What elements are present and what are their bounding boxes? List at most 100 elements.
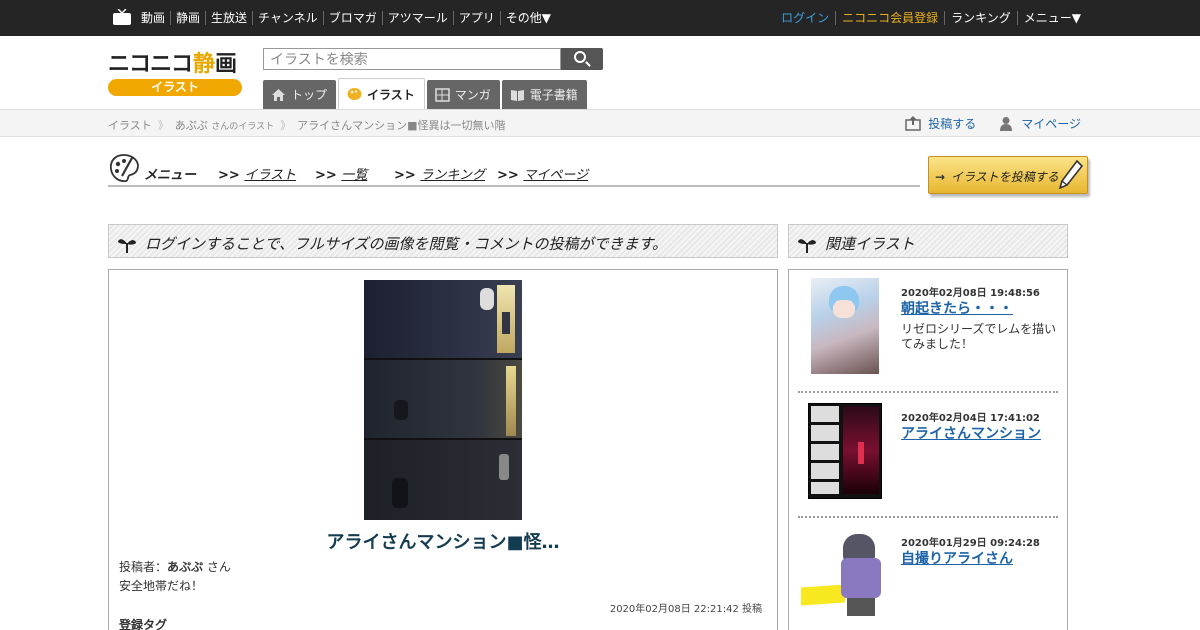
menu-item-mypage[interactable]: >> マイページ (497, 164, 588, 183)
arrow-right-icon: → (935, 170, 946, 184)
crumb-user-name: あぷぷ (174, 119, 208, 132)
crumb-illust[interactable]: イラスト (108, 117, 152, 133)
palette-icon (347, 88, 362, 100)
ranking-link[interactable]: ランキング (944, 11, 1017, 25)
tab-ebook[interactable]: 電子書籍 (501, 80, 587, 109)
related-title[interactable]: 朝起きたら・・・ (901, 298, 1013, 318)
pen-icon (1058, 159, 1083, 189)
related-item[interactable]: 2020年01月29日 09:24:28 自撮りアライさん (798, 528, 1058, 630)
logo-nico-text: ニコニコ (108, 52, 193, 77)
related-header: 関連イラスト (788, 224, 1068, 258)
nav-blomaga[interactable]: ブロマガ (322, 11, 382, 25)
nav-other-dropdown[interactable]: その他▼ (499, 11, 556, 25)
poster-name[interactable]: あぷぷ (167, 560, 203, 574)
niconico-tv-icon[interactable] (113, 9, 131, 25)
posted-date: 2020年02月08日 22:21:42 投稿 (609, 604, 762, 615)
related-date: 2020年01月29日 09:24:28 (901, 538, 1040, 549)
menu-item-ranking-label: ランキング (420, 168, 485, 183)
related-divider (798, 516, 1058, 518)
nav-live[interactable]: 生放送 (205, 11, 252, 25)
crumb-user[interactable]: あぷぷ さんのイラスト (175, 117, 274, 133)
tab-illust-label: イラスト (367, 87, 415, 102)
figure-silhouette (394, 400, 408, 420)
top-navigation-bar: 動画 静画 生放送 チャンネル ブロマガ アツマール アプリ その他▼ ログイン… (0, 0, 1200, 36)
related-item[interactable]: 2020年02月04日 17:41:02 アライさんマンション (798, 403, 1058, 513)
tab-manga-label: マンガ (454, 88, 491, 102)
related-title[interactable]: 自撮りアライさん (901, 548, 1013, 568)
figure-silhouette (502, 312, 510, 334)
post-illust-button-label: イラストを投稿する (951, 170, 1059, 184)
manga-panel (364, 280, 522, 360)
menu-item-ranking[interactable]: >> ランキング (394, 164, 485, 183)
thumb-jacket (841, 558, 881, 598)
nav-app[interactable]: アプリ (452, 11, 500, 25)
crumb-current: アライさんマンション■怪異は一切無い階 (297, 119, 506, 132)
section-tabs: トップ イラスト マンガ 電子書籍 (263, 78, 589, 109)
nav-seiga[interactable]: 静画 (170, 11, 205, 25)
menu-item-illust-label: イラスト (244, 168, 297, 183)
upload-icon (905, 116, 921, 131)
mypage-link-label: マイページ (1021, 117, 1081, 131)
tab-ebook-label: 電子書籍 (529, 88, 578, 102)
register-link[interactable]: ニコニコ会員登録 (835, 11, 944, 25)
menu-prefix: >> (497, 168, 519, 183)
site-header: ニコニコ 静 画 イラスト イラストを検索 トップ イラスト マンガ 電子書籍 (0, 36, 1200, 109)
sprout-icon (798, 239, 816, 253)
thumb-glow (858, 442, 864, 464)
illust-image[interactable] (364, 280, 522, 520)
tab-top-label: トップ (291, 88, 328, 102)
post-illust-button[interactable]: → イラストを投稿する (928, 156, 1088, 194)
seiga-logo[interactable]: ニコニコ 静 画 イラスト (108, 48, 242, 96)
related-description: リゼロシリーズでレムを描いてみました！ (901, 322, 1057, 351)
menu-item-list[interactable]: >> 一覧 (315, 164, 367, 183)
tab-top[interactable]: トップ (263, 80, 337, 109)
breadcrumb-bar: イラスト 》 あぷぷ さんのイラスト 》 アライさんマンション■怪異は一切無い階… (0, 109, 1200, 137)
related-heading: 関連イラスト (825, 235, 915, 253)
tab-illust[interactable]: イラスト (338, 78, 425, 109)
user-icon (1000, 117, 1013, 131)
nav-channel[interactable]: チャンネル (252, 11, 323, 25)
related-title[interactable]: アライさんマンション (901, 423, 1041, 443)
breadcrumb-actions: 投稿する マイページ (883, 115, 1081, 132)
logo-sei-text: 静 (193, 52, 216, 77)
tab-manga[interactable]: マンガ (426, 80, 500, 109)
account-nav: ログイン ニコニコ会員登録 ランキング メニュー▼ (775, 11, 1087, 25)
related-item[interactable]: 2020年02月08日 19:48:56 朝起きたら・・・ リゼロシリーズでレム… (798, 278, 1058, 388)
sprout-icon (118, 239, 136, 253)
related-date: 2020年02月04日 17:41:02 (901, 413, 1040, 424)
breadcrumb: イラスト 》 あぷぷ さんのイラスト 》 アライさんマンション■怪異は一切無い階 (108, 117, 506, 133)
search-button[interactable] (561, 48, 603, 70)
palette-brush-icon (109, 154, 139, 182)
speech-bubble (480, 288, 494, 310)
related-thumbnail[interactable] (811, 278, 879, 374)
search-icon (574, 51, 586, 63)
menu-item-illust[interactable]: >> イラスト (218, 164, 296, 183)
menu-dropdown[interactable]: メニュー▼ (1016, 11, 1087, 25)
tags-label: 登録タグ (119, 618, 168, 630)
search-input[interactable]: イラストを検索 (263, 48, 561, 70)
related-thumbnail[interactable] (808, 403, 882, 499)
nav-atsumaru[interactable]: アツマール (381, 11, 453, 25)
manga-icon (435, 87, 450, 102)
login-notice-header: ログインすることで、フルサイズの画像を閲覧・コメントの投稿ができます。 (108, 224, 778, 258)
menu-item-mypage-label: マイページ (523, 168, 589, 183)
mypage-link[interactable]: マイページ (998, 115, 1081, 132)
nav-douga[interactable]: 動画 (141, 11, 170, 25)
related-date: 2020年02月08日 19:48:56 (901, 288, 1040, 299)
poster-suffix: さん (203, 560, 231, 574)
related-divider (798, 391, 1058, 393)
post-link[interactable]: 投稿する (905, 115, 976, 132)
crumb-separator: 》 (157, 119, 169, 132)
manga-panel (364, 360, 522, 440)
menu-prefix: >> (394, 168, 416, 183)
illust-detail: アライさんマンション■怪… 投稿者：あぷぷ さん 安全地帯だね！ 2020年02… (108, 269, 778, 630)
logo-ga-text: 画 (215, 52, 238, 77)
menu-item-list-label: 一覧 (341, 168, 368, 183)
service-nav: 動画 静画 生放送 チャンネル ブロマガ アツマール アプリ その他▼ (141, 11, 556, 25)
related-illusts: 2020年02月08日 19:48:56 朝起きたら・・・ リゼロシリーズでレム… (788, 269, 1068, 630)
book-icon (510, 89, 524, 101)
logo-sub-label: イラスト (108, 79, 242, 96)
thumb-panels (811, 406, 839, 494)
related-thumbnail[interactable] (801, 528, 891, 624)
login-link[interactable]: ログイン (775, 11, 835, 25)
